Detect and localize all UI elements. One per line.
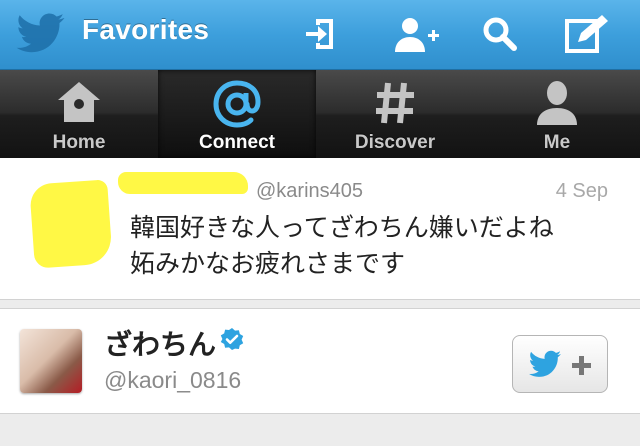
tweet-text-line-2: 妬みかなお疲れさまです [130,249,406,278]
twitter-bird-icon [16,12,66,61]
tab-discover[interactable]: Discover [316,70,474,158]
tweet-timestamp: 4 Sep [555,180,608,202]
tweet-text-line-1: 韓国好きな人ってざわちん嫌いだよね [130,213,554,242]
timeline: @karins405 4 Sep 韓国好きな人ってざわちん嫌いだよね 妬みかなお… [0,158,640,446]
tab-home-label: Home [52,132,106,153]
tab-connect-label: Connect [199,132,275,153]
tab-home[interactable]: Home [0,70,158,158]
title-bar: Favorites [0,0,640,70]
redacted-name [118,172,248,194]
user-name: ざわちん [104,328,217,361]
page-title: Favorites [82,14,210,45]
tab-me[interactable]: Me [474,70,640,158]
tab-me-label: Me [543,132,571,153]
follow-bird-plus-icon [528,350,591,377]
add-user-icon[interactable] [392,14,442,54]
user-card[interactable]: ざわちん @kaori_0816 [0,308,640,414]
tweet-card[interactable]: @karins405 4 Sep 韓国好きな人ってざわちん嫌いだよね 妬みかなお… [0,158,640,300]
redacted-avatar [29,179,113,269]
user-handle: @kaori_0816 [104,367,242,393]
sign-in-icon[interactable] [300,14,340,54]
avatar[interactable] [20,329,82,393]
search-icon[interactable] [480,14,520,54]
tweet-text: 韓国好きな人ってざわちん嫌いだよね 妬みかなお疲れさまです [130,210,610,282]
tab-bar: Home Connect Discover Me [0,70,640,158]
person-icon [534,80,580,131]
compose-icon[interactable] [564,14,612,54]
tab-connect[interactable]: Connect [158,70,316,158]
tab-discover-label: Discover [354,132,436,153]
hash-icon [373,80,417,131]
follow-button[interactable] [512,335,608,393]
home-icon [56,80,102,129]
verified-badge-icon [220,327,244,356]
at-icon [213,80,261,133]
tweet-handle[interactable]: @karins405 [256,180,363,203]
